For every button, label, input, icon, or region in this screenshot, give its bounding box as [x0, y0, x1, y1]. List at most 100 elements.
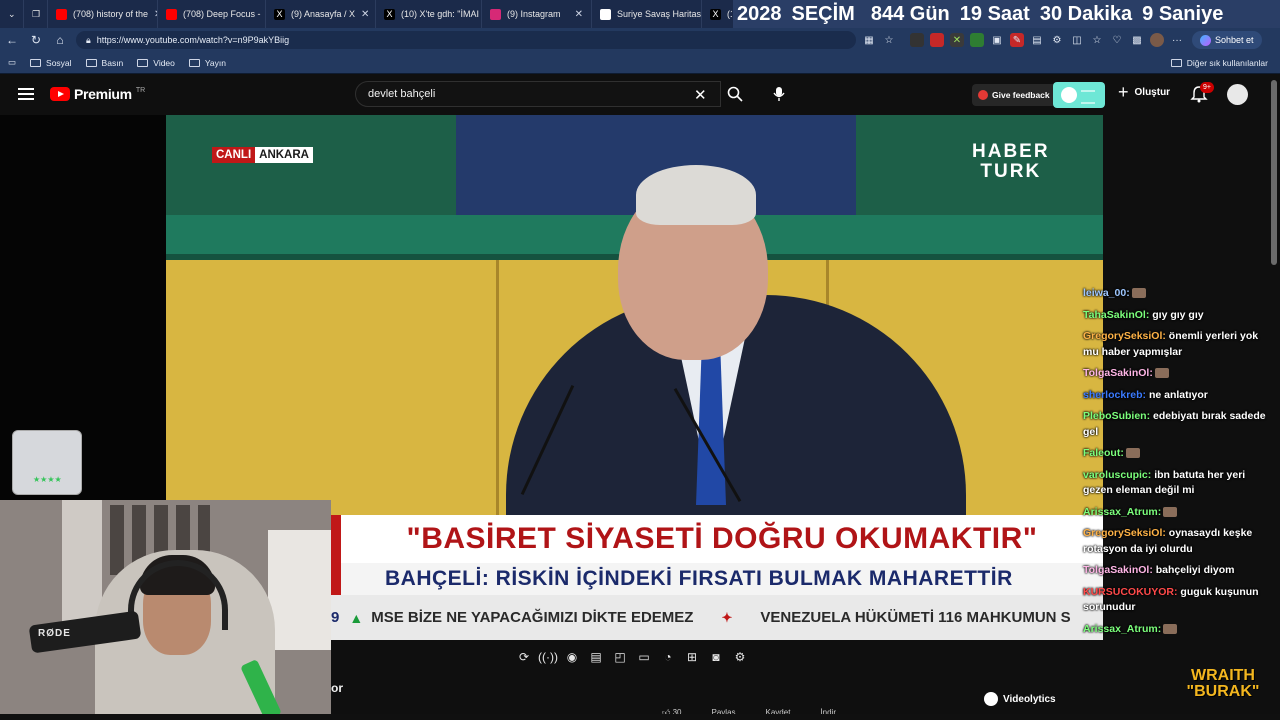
- chat-username[interactable]: Faleout:: [1083, 447, 1124, 459]
- youtube-header: Premium TR devlet bahçeli ✕ Give feedbac…: [0, 75, 1280, 115]
- ticker-separator-icon: ✦: [721, 609, 733, 625]
- youtube-icon: [166, 8, 177, 20]
- split-screen-icon[interactable]: ◫: [1070, 33, 1084, 47]
- loop-icon[interactable]: ⟳: [515, 648, 533, 666]
- chat-username[interactable]: TolgaSakinOl:: [1083, 564, 1153, 576]
- browser-tab[interactable]: X(1: [702, 0, 732, 28]
- chat-message: Arissax_Atrum:: [1083, 622, 1268, 638]
- clear-search-icon[interactable]: ✕: [694, 86, 707, 104]
- chat-message: leiwa_00:: [1083, 286, 1268, 302]
- reload-icon[interactable]: ↻: [24, 28, 48, 52]
- election-countdown: 2028 SEÇİM 844 Gün 19 Saat 30 Dakika 9 S…: [733, 0, 1280, 28]
- bookmark-folder[interactable]: Sosyal: [30, 58, 72, 68]
- chat-username[interactable]: GregorySeksiOl:: [1083, 527, 1166, 539]
- browser-tab[interactable]: X(10) X'te gdh: "İMAI✕: [376, 0, 482, 28]
- add-icon[interactable]: ⊞: [683, 648, 701, 666]
- screenshot-icon[interactable]: ◙: [707, 648, 725, 666]
- instagram-icon: [490, 8, 501, 20]
- video-player[interactable]: [166, 115, 1103, 515]
- bookmark-folder[interactable]: Basın: [85, 58, 123, 68]
- close-icon[interactable]: ✕: [575, 9, 583, 20]
- create-button[interactable]: + Oluştur: [1118, 83, 1170, 101]
- tab-list-button[interactable]: ⌄: [0, 0, 24, 28]
- chat-username[interactable]: Arissax_Atrum:: [1083, 506, 1161, 518]
- favorites-icon[interactable]: ☆: [1090, 33, 1104, 47]
- copilot-chat-button[interactable]: Sohbet et: [1192, 31, 1262, 49]
- videolytics-panel[interactable]: Videolytics: [984, 692, 1056, 706]
- theater-icon[interactable]: ▭: [635, 648, 653, 666]
- hamburger-menu-icon[interactable]: [18, 88, 34, 100]
- close-icon[interactable]: ✕: [361, 9, 369, 20]
- video-title-fragment: or: [331, 681, 343, 695]
- chat-username[interactable]: TolgaSakinOl:: [1083, 367, 1153, 379]
- extension-icon[interactable]: [970, 33, 984, 47]
- browser-tab[interactable]: Suriye Savaş Haritas✕: [592, 0, 702, 28]
- favorite-star-icon[interactable]: ☆: [882, 33, 896, 47]
- chat-username[interactable]: TahaSakinOl:: [1083, 309, 1149, 321]
- browser-tab[interactable]: (9) Instagram ✕: [482, 0, 592, 28]
- workspaces-icon[interactable]: ❐: [24, 0, 48, 28]
- browser-tab[interactable]: X (9) Anasayfa / X ✕: [266, 0, 376, 28]
- url-field[interactable]: 🔒︎ https://www.youtube.com/watch?v=n9P9ak…: [76, 31, 856, 49]
- video-background: [496, 260, 499, 515]
- notification-badge: 9+: [1200, 82, 1214, 93]
- chat-username[interactable]: leiwa_00:: [1083, 287, 1130, 299]
- scrollbar-thumb[interactable]: [1271, 80, 1277, 265]
- voice-search-button[interactable]: [768, 81, 790, 107]
- chat-username[interactable]: varoluscupic:: [1083, 469, 1151, 481]
- videolytics-icon: [984, 692, 998, 706]
- subtitles-icon[interactable]: ▤: [587, 648, 605, 666]
- profile-avatar[interactable]: [1150, 33, 1164, 47]
- bookmark-folder[interactable]: Video: [137, 58, 175, 68]
- back-icon[interactable]: ←: [0, 28, 24, 52]
- extension-icon[interactable]: ▣: [990, 33, 1004, 47]
- extension-toggle[interactable]: [1053, 82, 1105, 108]
- other-bookmarks[interactable]: Diğer sık kullanılanlar: [1170, 58, 1268, 68]
- search-button[interactable]: [722, 81, 748, 107]
- browser-tab[interactable]: (708) history of the✕: [48, 0, 158, 28]
- chat-message: Faleout:: [1083, 446, 1268, 462]
- lock-icon: 🔒︎: [86, 34, 91, 45]
- address-bar: ← ↻ ⌂ 🔒︎ https://www.youtube.com/watch?v=…: [0, 28, 1280, 52]
- chat-username[interactable]: PleboSubien:: [1083, 410, 1150, 422]
- emote-icon: [1154, 368, 1169, 379]
- bookmark-folder[interactable]: Yayın: [188, 58, 226, 68]
- extension-icon[interactable]: ✕: [950, 33, 964, 47]
- extension-icon[interactable]: ✎: [1010, 33, 1024, 47]
- extension-icon[interactable]: ▤: [1030, 33, 1044, 47]
- chat-message: varoluscupic: ibn batuta her yeri gezen …: [1083, 468, 1268, 499]
- settings-icon[interactable]: ⚙: [731, 648, 749, 666]
- chat-message: sherlockreb: ne anlatıyor: [1083, 388, 1268, 404]
- emote-icon: [1125, 448, 1140, 459]
- collections-icon[interactable]: ♡: [1110, 33, 1124, 47]
- streamer-logo: WRAITH "BURAK": [1186, 667, 1260, 700]
- give-feedback-button[interactable]: Give feedback: [972, 84, 1056, 106]
- chat-username[interactable]: GregorySeksiOl:: [1083, 330, 1166, 342]
- browser-tab[interactable]: (708) Deep Focus -✕: [158, 0, 266, 28]
- reader-icon[interactable]: ▦: [862, 33, 876, 47]
- chat-username[interactable]: KURSUCOKUYOR:: [1083, 586, 1178, 598]
- folder-icon: [30, 58, 42, 67]
- youtube-logo[interactable]: Premium TR: [50, 86, 145, 102]
- ambient-icon[interactable]: ((·)): [538, 648, 558, 666]
- extensions-puzzle-icon[interactable]: ⚙: [1050, 33, 1064, 47]
- pip-icon[interactable]: ◰: [611, 648, 629, 666]
- bookmarks-toggle-icon[interactable]: ▭: [8, 57, 16, 68]
- account-avatar[interactable]: [1227, 84, 1248, 105]
- speed-icon[interactable]: ◔: [659, 648, 677, 666]
- speaker-figure: [636, 165, 756, 225]
- eye-icon[interactable]: ◉: [563, 648, 581, 666]
- more-icon[interactable]: ···: [1170, 33, 1184, 47]
- chat-username[interactable]: sherlockreb:: [1083, 389, 1146, 401]
- feedback-icon: [978, 90, 988, 100]
- shield-icon[interactable]: ▩: [1130, 33, 1144, 47]
- microphone-icon: [773, 87, 785, 101]
- search-input[interactable]: devlet bahçeli: [355, 81, 721, 107]
- webcam-background: [268, 530, 331, 650]
- extension-icon[interactable]: [910, 33, 924, 47]
- news-ticker: 9 ▲ MSE BİZE NE YAPACAĞIMIZI DİKTE EDEME…: [331, 595, 1103, 640]
- home-icon[interactable]: ⌂: [48, 28, 72, 52]
- folder-icon: [188, 58, 200, 67]
- extension-icon[interactable]: [930, 33, 944, 47]
- chat-username[interactable]: Arissax_Atrum:: [1083, 623, 1161, 635]
